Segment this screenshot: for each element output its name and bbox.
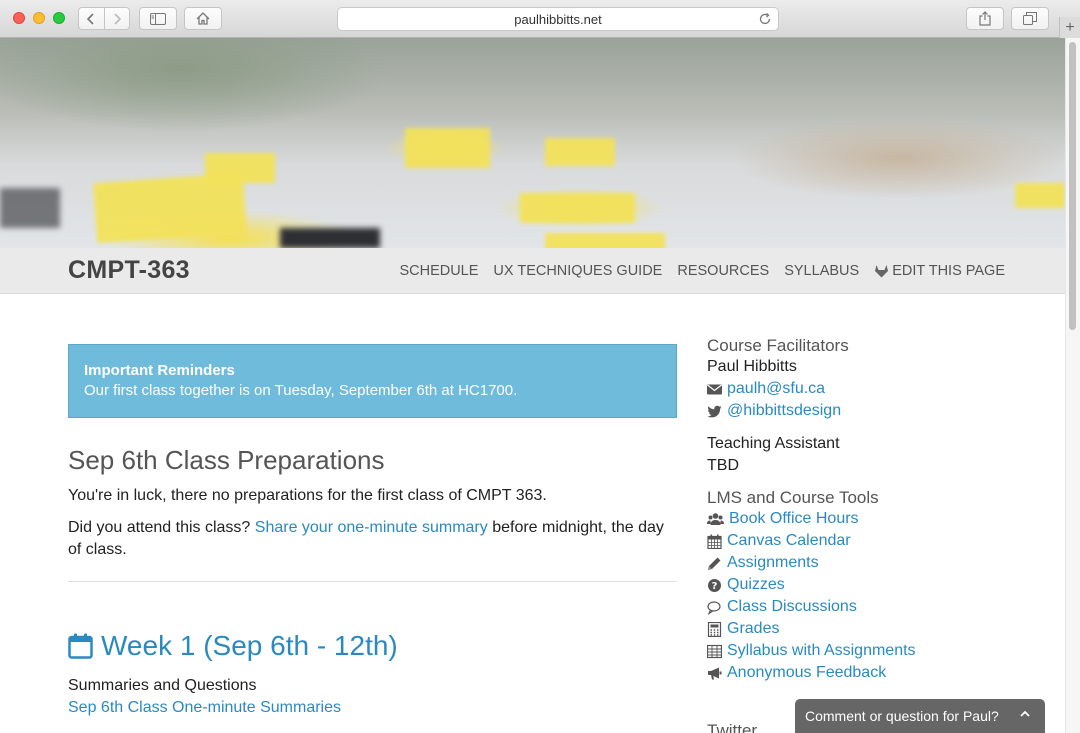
users-icon — [707, 512, 724, 525]
class-preparations-heading: Sep 6th Class Preparations — [68, 445, 385, 475]
sidebar: Course Facilitators Paul Hibbitts paulh@… — [707, 336, 1037, 684]
home-button[interactable] — [184, 7, 222, 30]
tool-label: Syllabus with Assignments — [727, 642, 916, 659]
site-navbar: CMPT-363 SCHEDULE UX TECHNIQUES GUIDE RE… — [0, 248, 1065, 294]
feedback-label: Comment or question for Paul? — [805, 708, 999, 724]
tool-syllabus-with-assignments[interactable]: Syllabus with Assignments — [707, 640, 1037, 662]
show-sidebar-button[interactable] — [139, 7, 177, 30]
chevron-right-icon — [114, 12, 121, 25]
share-icon — [979, 11, 991, 26]
site-menu: SCHEDULE UX TECHNIQUES GUIDE RESOURCES S… — [399, 263, 1005, 279]
attendance-paragraph: Did you attend this class? Share your on… — [68, 517, 677, 561]
calculator-icon — [707, 621, 722, 637]
tool-label: Grades — [727, 620, 780, 637]
close-window-button[interactable] — [13, 12, 25, 24]
week-heading[interactable]: Week 1 (Sep 6th - 12th) — [68, 630, 677, 662]
sidebar-icon — [150, 12, 166, 25]
plus-icon: + — [1065, 18, 1075, 36]
ta-name: TBD — [707, 457, 739, 474]
history-nav-group — [78, 7, 130, 30]
facilitators-heading: Course Facilitators — [707, 336, 849, 355]
tool-anonymous-feedback[interactable]: Anonymous Feedback — [707, 662, 1037, 684]
new-tab-button[interactable]: + — [1059, 17, 1080, 38]
zoom-window-button[interactable] — [53, 12, 65, 24]
ta-label: Teaching Assistant — [707, 435, 840, 452]
section-divider — [68, 581, 677, 582]
week-heading-text: Week 1 (Sep 6th - 12th) — [101, 630, 398, 661]
tool-assignments[interactable]: Assignments — [707, 552, 1037, 574]
attendance-text-before: Did you attend this class? — [68, 519, 255, 536]
bullhorn-icon — [708, 667, 722, 679]
menu-edit-label: EDIT THIS PAGE — [892, 263, 1005, 279]
feedback-widget[interactable]: Comment or question for Paul? — [795, 699, 1045, 733]
back-button[interactable] — [79, 8, 104, 29]
email-link[interactable]: paulh@sfu.ca — [727, 378, 825, 400]
email-row: paulh@sfu.ca — [707, 378, 1037, 400]
tool-label: Canvas Calendar — [727, 532, 851, 549]
reload-icon[interactable] — [758, 12, 772, 26]
scrollbar-thumb[interactable] — [1069, 42, 1076, 330]
svg-text:?: ? — [712, 581, 718, 592]
tool-label: Assignments — [727, 554, 819, 571]
tool-label: Anonymous Feedback — [727, 664, 887, 681]
envelope-icon — [707, 384, 722, 394]
tool-grades[interactable]: Grades — [707, 618, 1037, 640]
tool-book-office-hours[interactable]: Book Office Hours — [707, 508, 1037, 530]
gitlab-icon — [875, 265, 889, 278]
alert-body: Our first class together is on Tuesday, … — [84, 382, 518, 399]
tool-quizzes[interactable]: ? Quizzes — [707, 574, 1037, 596]
question-circle-icon: ? — [708, 578, 721, 592]
twitter-heading: Twitter — [707, 721, 758, 733]
show-tabs-button[interactable] — [1011, 7, 1049, 30]
menu-schedule[interactable]: SCHEDULE — [399, 263, 478, 279]
one-minute-summary-link[interactable]: Share your one-minute summary — [255, 519, 488, 536]
tabs-icon — [1023, 12, 1037, 25]
comments-icon — [707, 600, 721, 615]
tool-canvas-calendar[interactable]: Canvas Calendar — [707, 530, 1037, 552]
site-brand[interactable]: CMPT-363 — [68, 256, 190, 285]
menu-syllabus[interactable]: SYLLABUS — [784, 263, 859, 279]
tool-label: Book Office Hours — [729, 510, 859, 527]
main-content: Important Reminders Our first class toge… — [68, 344, 677, 717]
tools-heading: LMS and Course Tools — [707, 488, 879, 507]
browser-toolbar: paulhibbitts.net + — [0, 0, 1080, 38]
calendar-icon — [68, 633, 93, 659]
menu-edit-this-page[interactable]: EDIT THIS PAGE — [874, 263, 1005, 279]
important-reminders-alert: Important Reminders Our first class toge… — [68, 344, 677, 418]
menu-resources[interactable]: RESOURCES — [677, 263, 769, 279]
hero-banner-image — [0, 38, 1065, 248]
url-text: paulhibbitts.net — [514, 11, 602, 27]
twitter-icon — [707, 405, 722, 417]
twitter-handle-link[interactable]: @hibbittsdesign — [727, 400, 841, 422]
tool-class-discussions[interactable]: Class Discussions — [707, 596, 1037, 618]
minimize-window-button[interactable] — [33, 12, 45, 24]
tool-label: Quizzes — [727, 576, 785, 593]
summaries-label: Summaries and Questions — [68, 677, 257, 694]
pencil-icon — [708, 557, 721, 570]
chevron-up-icon — [1020, 710, 1030, 717]
preparations-text: You're in luck, there no preparations fo… — [68, 487, 547, 504]
alert-title: Important Reminders — [84, 362, 235, 379]
table-icon — [707, 644, 722, 658]
forward-button[interactable] — [104, 8, 129, 29]
facilitator-name: Paul Hibbitts — [707, 358, 797, 375]
address-bar[interactable]: paulhibbitts.net — [337, 7, 779, 31]
twitter-row: @hibbittsdesign — [707, 400, 1037, 422]
page-viewport: CMPT-363 SCHEDULE UX TECHNIQUES GUIDE RE… — [0, 38, 1080, 733]
home-icon — [196, 12, 210, 25]
menu-ux-techniques-guide[interactable]: UX TECHNIQUES GUIDE — [493, 263, 662, 279]
calendar-icon — [707, 534, 722, 549]
one-minute-summaries-link[interactable]: Sep 6th Class One-minute Summaries — [68, 699, 677, 717]
share-button[interactable] — [966, 7, 1004, 30]
chevron-left-icon — [87, 12, 94, 25]
page-scrollbar[interactable] — [1065, 38, 1080, 733]
tool-label: Class Discussions — [727, 598, 857, 615]
